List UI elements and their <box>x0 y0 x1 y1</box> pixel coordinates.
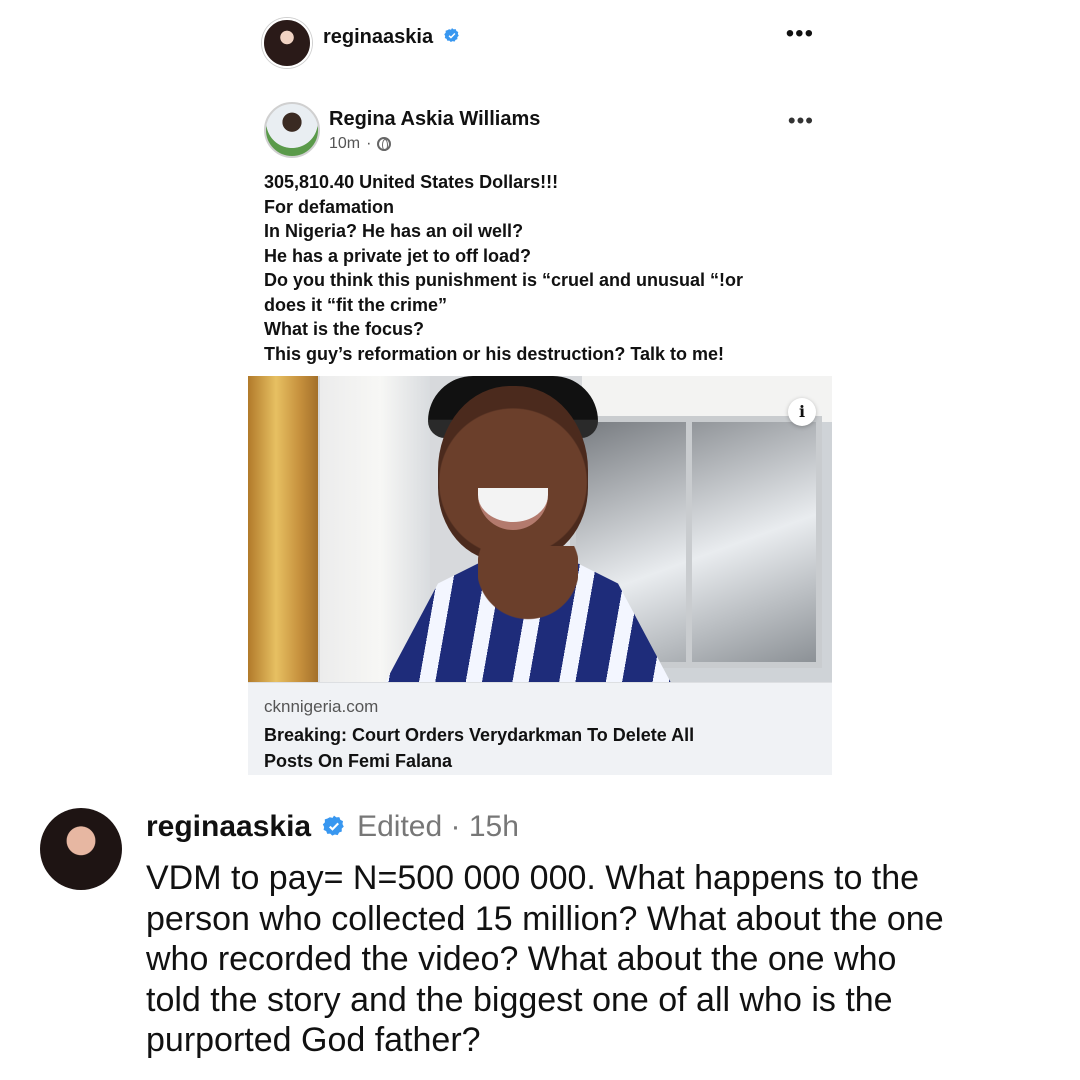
fb-post-text: 305,810.40 United States Dollars!!! For … <box>264 170 824 366</box>
fb-post-line: What is the focus? <box>264 319 425 339</box>
comment-line: told the story and the biggest one of al… <box>146 980 893 1019</box>
person-head <box>438 386 588 561</box>
username-link[interactable]: reginaaskia <box>323 26 461 49</box>
link-title-line: Posts On Femi Falana <box>264 751 453 771</box>
comment-username[interactable]: reginaaskia <box>146 810 311 844</box>
verified-badge-icon <box>322 815 344 836</box>
fb-author-name[interactable]: Regina Askia Williams <box>329 108 540 131</box>
username[interactable]: reginaaskia <box>323 26 433 48</box>
comment-line: person who collected 15 million? What ab… <box>146 899 944 938</box>
verified-badge-icon <box>443 28 459 42</box>
comment-line: VDM to pay= N=500 000 000. What happens … <box>146 859 920 897</box>
link-domain: cknnigeria.com <box>264 697 379 716</box>
fb-post-time[interactable]: 10m <box>329 135 360 153</box>
person-photo <box>358 376 678 682</box>
fb-avatar[interactable] <box>264 102 320 158</box>
comment-meta: Edited · 15h <box>357 810 519 843</box>
fb-post-line: does it “fit the crime” <box>264 294 448 315</box>
info-icon[interactable]: i <box>788 398 816 426</box>
comment-text: VDM to pay= N=500 000 000. What happens … <box>146 858 1046 1061</box>
fb-post-line: This guy’s reformation or his destructio… <box>264 343 725 364</box>
link-preview[interactable]: cknnigeria.com Breaking: Court Orders Ve… <box>248 682 832 775</box>
fb-post-line: He has a private jet to off load? <box>264 245 532 266</box>
comment-item: reginaaskia Edited · 15h VDM to pay= N=5… <box>0 780 1080 1080</box>
comment-line: purported God father? <box>146 1021 481 1059</box>
instagram-post-header: reginaaskia ••• <box>248 10 832 75</box>
link-title-line: Breaking: Court Orders Verydarkman To De… <box>264 725 695 745</box>
comment-header: reginaaskia Edited · 15h <box>146 810 519 844</box>
comment-avatar[interactable] <box>40 808 122 890</box>
facebook-post-card: Regina Askia Williams 10m · ••• 305,810.… <box>248 74 832 775</box>
more-icon[interactable]: ••• <box>786 20 814 48</box>
meta-separator: · <box>366 135 372 152</box>
globe-icon <box>377 137 392 151</box>
background-wall <box>248 376 318 682</box>
fb-post-line: 305,810.40 United States Dollars!!! <box>264 172 559 192</box>
fb-post-line: Do you think this punishment is “cruel a… <box>264 270 744 290</box>
more-icon[interactable]: ••• <box>788 108 814 134</box>
avatar[interactable] <box>262 18 312 68</box>
link-preview-image[interactable]: i <box>248 376 832 682</box>
chest <box>478 546 578 656</box>
fb-post-meta: 10m · <box>329 135 392 153</box>
fb-post-line: In Nigeria? He has an oil well? <box>264 221 524 241</box>
comment-line: who recorded the video? What about the o… <box>146 940 897 978</box>
link-title: Breaking: Court Orders Verydarkman To De… <box>264 722 819 774</box>
fb-post-line: For defamation <box>264 196 395 217</box>
